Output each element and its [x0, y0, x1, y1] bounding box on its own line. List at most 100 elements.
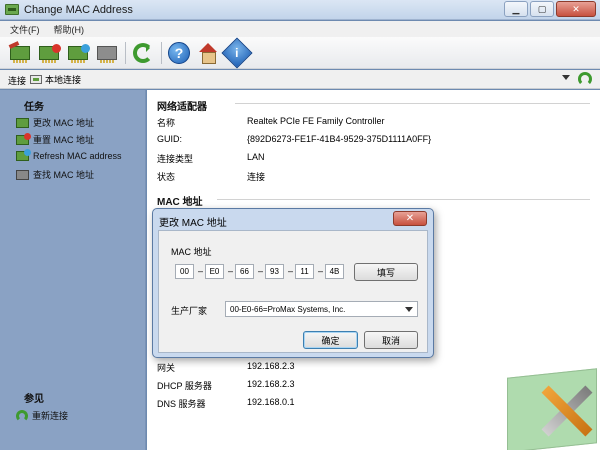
mac-octet-field[interactable]: 00 [175, 264, 194, 279]
nic-reset-icon [39, 44, 61, 63]
network-icon [30, 74, 42, 84]
vendor-select[interactable]: 00-E0-66=ProMax Systems, Inc. [225, 301, 418, 317]
sidebar-item-label: Refresh MAC address [33, 151, 122, 161]
sidebar-item-label: 重置 MAC 地址 [33, 135, 95, 145]
mac-octet-field[interactable]: 66 [235, 264, 254, 279]
adapter-type-label: 连接类型 [157, 154, 194, 164]
sidebar-item-find-mac[interactable]: 查找 MAC 地址 [16, 168, 94, 181]
nic-refresh-icon [16, 149, 31, 161]
sidebar: 任务 更改 MAC 地址 重置 MAC 地址 Refresh MAC addre… [0, 90, 146, 450]
dns-value: 192.168.0.1 [247, 397, 295, 407]
toolbar-help-button[interactable]: ? [167, 41, 191, 65]
fill-button[interactable]: 填写 [354, 263, 418, 281]
mac-address-label: MAC 地址 [171, 247, 212, 257]
connection-bar: 连接 本地连接 [0, 70, 600, 89]
adapter-name-value: Realtek PCIe FE Family Controller [247, 116, 385, 126]
gateway-label: 网关 [157, 363, 176, 373]
ok-button[interactable]: 确定 [303, 331, 358, 349]
sidebar-see-also-title: 参见 [24, 394, 44, 405]
sidebar-item-label: 重新连接 [32, 411, 69, 421]
adapter-guid-value: {892D6273-FE1F-41B4-9529-375D1111A0FF} [247, 134, 432, 144]
tools-illustration [537, 380, 597, 440]
adapter-section-title: 网络适配器 [157, 102, 207, 113]
vendor-label: 生产厂家 [171, 306, 208, 316]
toolbar-separator [161, 42, 162, 64]
dialog-title: 更改 MAC 地址 [159, 218, 227, 229]
mac-octet-field[interactable]: 4B [325, 264, 344, 279]
octet-separator: – [288, 266, 294, 276]
menu-bar: 文件(F) 帮助(H) [0, 21, 600, 37]
toolbar-change-mac-button[interactable] [8, 41, 32, 65]
nic-modify-icon [10, 46, 30, 63]
reconnect-icon [16, 409, 28, 422]
sidebar-item-label: 查找 MAC 地址 [33, 170, 95, 180]
minimize-icon: ▁ [512, 3, 520, 14]
window-controls: ▁ ▢ ✕ [504, 1, 596, 17]
connection-value: 本地连接 [45, 74, 82, 85]
toolbar-find-mac-button[interactable] [95, 41, 119, 65]
maximize-button[interactable]: ▢ [530, 1, 554, 17]
mac-octet-field[interactable]: 11 [295, 264, 314, 279]
mac-octet-field[interactable]: 93 [265, 264, 284, 279]
home-icon [198, 43, 218, 64]
cancel-button[interactable]: 取消 [364, 331, 418, 349]
chevron-down-icon[interactable] [562, 75, 570, 80]
sidebar-item-label: 更改 MAC 地址 [33, 118, 95, 128]
dialog-body: MAC 地址 00 – E0 – 66 – 93 – 11 – 4B 填写 生产… [158, 230, 428, 353]
menu-file[interactable]: 文件(F) [10, 23, 40, 36]
divider [217, 199, 590, 200]
minimize-button[interactable]: ▁ [504, 1, 528, 17]
octet-separator: – [198, 266, 204, 276]
sidebar-item-reset-mac[interactable]: 重置 MAC 地址 [16, 132, 95, 146]
sidebar-item-refresh-mac[interactable]: Refresh MAC address [16, 149, 122, 161]
toolbar-refresh-mac-button[interactable] [66, 41, 90, 65]
divider [235, 103, 590, 104]
app-icon [5, 4, 19, 15]
connection-select[interactable]: 本地连接 [30, 72, 570, 86]
close-icon: ✕ [572, 3, 580, 14]
adapter-type-value: LAN [247, 152, 265, 162]
nic-reset-icon [16, 132, 31, 145]
nic-find-icon [97, 46, 117, 63]
dhcp-value: 192.168.2.3 [247, 379, 295, 389]
adapter-status-label: 状态 [157, 172, 176, 182]
binoculars-icon [16, 169, 29, 180]
mac-section-title: MAC 地址 [157, 197, 203, 208]
adapter-status-value: 连接 [247, 172, 266, 182]
close-button[interactable]: ✕ [556, 1, 596, 17]
close-icon: ✕ [405, 213, 415, 224]
info-icon: i [221, 37, 253, 69]
menu-help[interactable]: 帮助(H) [54, 23, 85, 36]
dhcp-label: DHCP 服务器 [157, 381, 212, 391]
vendor-value: 00-E0-66=ProMax Systems, Inc. [230, 304, 346, 314]
toolbar: ? i [0, 37, 600, 69]
adapter-guid-label: GUID: [157, 134, 183, 144]
sidebar-item-change-mac[interactable]: 更改 MAC 地址 [16, 116, 94, 129]
nic-refresh-icon [68, 44, 90, 63]
maximize-icon: ▢ [537, 3, 547, 14]
mac-octet-field[interactable]: E0 [205, 264, 224, 279]
adapter-name-label: 名称 [157, 118, 176, 128]
octet-separator: – [228, 266, 234, 276]
connection-refresh-icon[interactable] [578, 72, 592, 86]
change-mac-dialog: 更改 MAC 地址 ✕ MAC 地址 00 – E0 – 66 – 93 – 1… [152, 208, 434, 358]
window-title: Change MAC Address [24, 4, 133, 16]
toolbar-separator [125, 42, 126, 64]
title-bar: Change MAC Address ▁ ▢ ✕ [0, 0, 600, 20]
toolbar-reset-mac-button[interactable] [37, 41, 61, 65]
nic-modify-icon [16, 117, 29, 128]
octet-separator: – [258, 266, 264, 276]
dialog-close-button[interactable]: ✕ [393, 211, 427, 226]
toolbar-about-button[interactable]: i [221, 37, 253, 69]
dns-label: DNS 服务器 [157, 399, 206, 409]
refresh-icon [133, 43, 153, 63]
sidebar-item-reconnect[interactable]: 重新连接 [16, 409, 68, 422]
toolbar-refresh-button[interactable] [131, 41, 155, 65]
connection-label: 连接 [8, 76, 27, 86]
toolbar-home-button[interactable] [196, 41, 220, 65]
octet-separator: – [318, 266, 324, 276]
sidebar-tasks-title: 任务 [24, 102, 44, 113]
chevron-down-icon [405, 307, 413, 312]
gateway-value: 192.168.2.3 [247, 361, 295, 371]
help-icon: ? [168, 42, 190, 64]
